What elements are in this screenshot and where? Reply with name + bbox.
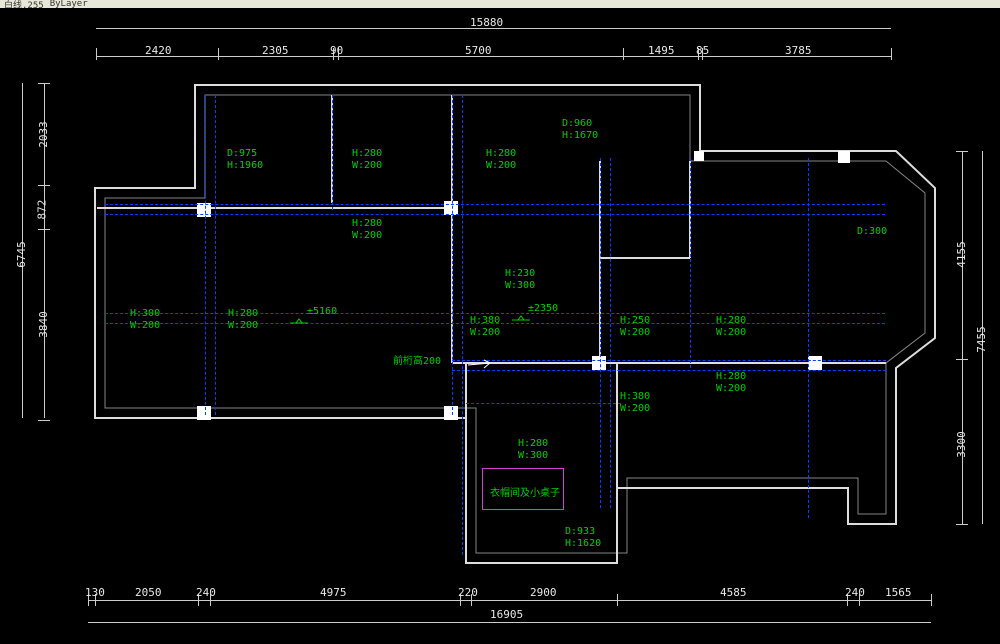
beam-note: H:280W:200 — [352, 148, 382, 171]
beam-note: D:960H:1670 — [562, 118, 598, 141]
beam-note: H:250W:200 — [620, 315, 650, 338]
beam-note: H:300W:200 — [130, 308, 160, 331]
toolbar: 白线.255 ByLayer — [0, 0, 1000, 8]
beam-note: D:300 — [857, 226, 887, 238]
beam-note: H:280W:300 — [518, 438, 548, 461]
beam-note: 前桁高200 — [393, 356, 441, 368]
beam-note: D:975H:1960 — [227, 148, 263, 171]
beam-note: H:380W:200 — [620, 391, 650, 414]
arrow-icon — [466, 358, 496, 372]
beam-note: H:280W:200 — [716, 371, 746, 394]
beam-note: D:933H:1620 — [565, 526, 601, 549]
pillar — [808, 356, 822, 370]
beam-note: H:280W:200 — [352, 218, 382, 241]
pillar — [444, 406, 458, 420]
beam-note: H:380W:200 — [470, 315, 500, 338]
furniture-label: 衣帽间及小桌子 — [490, 484, 560, 499]
beam-note: H:280W:200 — [486, 148, 516, 171]
level-marker: ±2350 — [528, 303, 558, 314]
beam-note: H:230W:300 — [505, 268, 535, 291]
pillar — [592, 356, 606, 370]
pillar — [197, 406, 211, 420]
pillar — [694, 151, 704, 161]
pillar — [838, 151, 850, 163]
drawing-canvas[interactable]: 15880 2420 2305 90 5700 1495 85 3785 169… — [0, 8, 1000, 644]
level-marker: ±5160 — [307, 306, 337, 317]
beam-note: H:280W:200 — [716, 315, 746, 338]
beam-note: H:280W:200 — [228, 308, 258, 331]
level-icon — [290, 318, 308, 328]
level-icon — [512, 315, 530, 325]
